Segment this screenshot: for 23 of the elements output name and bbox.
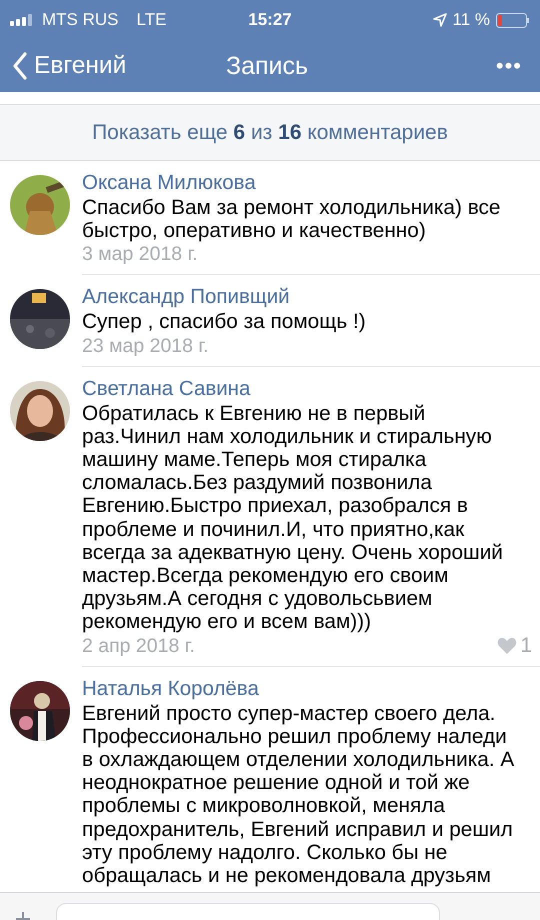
page-title: Запись bbox=[226, 52, 308, 80]
back-chevron-icon bbox=[12, 52, 28, 80]
more-menu-button[interactable]: ••• bbox=[496, 53, 522, 78]
author-name[interactable]: Наталья Королёва bbox=[82, 676, 528, 701]
comment-date: 2 апр 2018 г. bbox=[82, 634, 195, 658]
comment-text: Супер , спасибо за помощь !) bbox=[82, 310, 367, 334]
back-button[interactable]: Евгений bbox=[12, 52, 226, 80]
comment-text: Евгений просто супер-мастер своего дела. Профессионально решил проблему наледи в охлаждающем отделении холодильника. А неоднократное решение одной и той же проблемы с микроволновкой, меняла предохранитель, Евгений исправил и решил эту проблему надолго. Сколько бы не обращалась и не рекомендовала друзьям bbox=[82, 702, 516, 888]
author-name[interactable]: Оксана Милюкова bbox=[82, 171, 528, 195]
comment-text: Обратилась к Евгению не в первый раз.Чинил нам холодильник и стиральную машину маме.Теперь моя стиралка сломалась.Без раздумий позвонила Евгению.Быстро приехал, разобрался в проблеме и починил.И, что приятно,как всегда за адекватную цену. Очень хороший мастер.Всегда рекомендую его своим друзьям.А сегодня с удовольсьвием рекомендую его и всем вам))) bbox=[82, 402, 504, 634]
plus-icon[interactable] bbox=[16, 912, 30, 920]
comment-date: 23 мар 2018 г. bbox=[82, 334, 209, 358]
battery-icon bbox=[496, 12, 530, 28]
author-name[interactable]: Светлана Савина bbox=[82, 376, 528, 401]
comment-date: 3 мар 2018 г. bbox=[82, 242, 198, 266]
status-time: 15:27 bbox=[248, 10, 292, 30]
location-arrow-icon bbox=[432, 13, 447, 27]
battery-percent: 11 % bbox=[452, 10, 490, 30]
heart-icon bbox=[497, 636, 518, 655]
comment-text: Спасибо Вам за ремонт холодильника) все быстро, оперативно и качественно) bbox=[82, 196, 502, 242]
network-type: LTE bbox=[136, 10, 166, 30]
carrier-name: MTS RUS bbox=[42, 10, 118, 30]
author-name[interactable]: Александр Попивщий bbox=[82, 285, 528, 310]
